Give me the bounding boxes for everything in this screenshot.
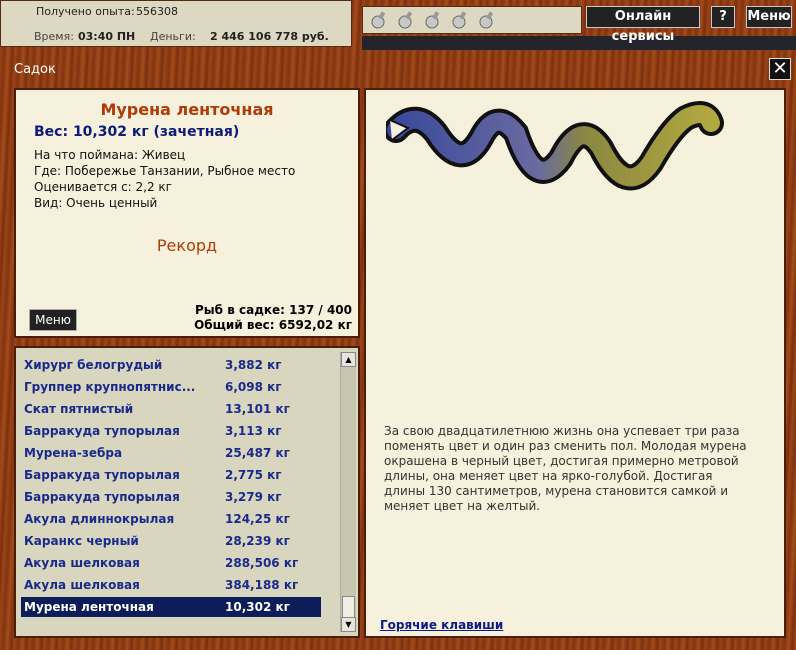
stats-panel: Получено опыта: 556308 Время: 03:40 ПН Д… — [0, 0, 352, 47]
scroll-up-icon[interactable]: ▲ — [341, 352, 356, 367]
fish-item-name: Барракуда тупорылая — [24, 424, 180, 438]
fish-item-weight: 13,101 кг — [225, 402, 290, 416]
online-services-button[interactable]: Онлайн сервисы — [586, 6, 700, 44]
fish-description: За свою двадцатилетнюю жизнь она успевае… — [384, 424, 747, 513]
time-value: 03:40 ПН — [78, 30, 136, 43]
record-label: Рекорд — [156, 236, 218, 255]
list-item[interactable]: Скат пятнистый 13,101 кг — [21, 399, 321, 419]
fish-item-weight: 384,188 кг — [225, 578, 299, 592]
fish-item-name: Акула шелковая — [24, 578, 140, 592]
scroll-thumb[interactable] — [342, 596, 355, 618]
list-item[interactable]: Каранкс черный 28,239 кг — [21, 531, 321, 551]
fish-kind: Вид: Очень ценный — [34, 196, 158, 210]
caught-with: На что поймана: Живец — [34, 148, 186, 162]
list-item[interactable]: Барракуда тупорылая 3,113 кг — [21, 421, 321, 441]
potion-icon[interactable] — [450, 10, 470, 30]
help-button[interactable]: ? — [711, 6, 735, 28]
fish-item-weight: 3,279 кг — [225, 490, 282, 504]
money-label: Деньги: — [150, 30, 196, 43]
close-button[interactable]: ✕ — [769, 58, 791, 80]
fish-item-weight: 25,487 кг — [225, 446, 290, 460]
fish-item-weight: 6,098 кг — [225, 380, 282, 394]
fish-item-name: Скат пятнистый — [24, 402, 134, 416]
potion-bar — [362, 6, 582, 34]
list-item[interactable]: Барракуда тупорылая 3,279 кг — [21, 487, 321, 507]
list-item[interactable]: Группер крупнопятнис... 6,098 кг — [21, 377, 321, 397]
list-item[interactable]: Барракуда тупорылая 2,775 кг — [21, 465, 321, 485]
fish-item-name: Акула длиннокрылая — [24, 512, 175, 526]
fish-detail-panel: За свою двадцатилетнюю жизнь она успевае… — [364, 88, 786, 638]
caught-where: Где: Побережье Танзании, Рыбное место — [34, 164, 296, 178]
potion-icon[interactable] — [477, 10, 497, 30]
scrollbar[interactable]: ▲ ▼ — [340, 352, 356, 632]
fish-item-name: Каранкс черный — [24, 534, 139, 548]
list-item[interactable]: Хирург белогрудый 3,882 кг — [21, 355, 321, 375]
exp-value: 556308 — [136, 5, 178, 18]
total-weight: Общий вес: 6592,02 кг — [194, 318, 352, 332]
fish-item-weight: 3,882 кг — [225, 358, 282, 372]
list-item[interactable]: Акула шелковая 384,188 кг — [21, 575, 321, 595]
fish-weight: Вес: 10,302 кг (зачетная) — [34, 124, 240, 140]
scroll-down-icon[interactable]: ▼ — [341, 617, 356, 632]
time-label: Время: — [34, 30, 74, 43]
list-item[interactable]: Акула длиннокрылая 124,25 кг — [21, 509, 321, 529]
fish-item-name: Акула шелковая — [24, 556, 140, 570]
fish-count: Рыб в садке: 137 / 400 — [195, 303, 352, 317]
fish-item-weight: 124,25 кг — [225, 512, 290, 526]
list-item[interactable]: Мурена-зебра 25,487 кг — [21, 443, 321, 463]
fish-name: Мурена ленточная — [100, 100, 274, 119]
hotkeys-link[interactable]: Горячие клавиши — [380, 618, 503, 632]
window-title: Садок — [14, 62, 56, 77]
exp-label: Получено опыта: — [36, 5, 135, 18]
fish-item-name: Мурена-зебра — [24, 446, 123, 460]
fish-info-panel: Мурена ленточная Вес: 10,302 кг (зачетна… — [14, 88, 360, 338]
status-bar — [362, 36, 796, 50]
fish-item-name: Барракуда тупорылая — [24, 468, 180, 482]
list-item-selected[interactable]: Мурена ленточная 10,302 кг — [21, 597, 321, 617]
fish-item-weight: 3,113 кг — [225, 424, 282, 438]
fish-item-name: Группер крупнопятнис... — [24, 380, 196, 394]
fish-item-name: Хирург белогрудый — [24, 358, 163, 372]
potion-icon[interactable] — [396, 10, 416, 30]
fish-item-weight: 2,775 кг — [225, 468, 282, 482]
moray-eel-image — [386, 101, 724, 191]
fish-item-weight: 10,302 кг — [225, 600, 290, 614]
fish-item-name: Барракуда тупорылая — [24, 490, 180, 504]
list-item[interactable]: Акула шелковая 288,506 кг — [21, 553, 321, 573]
potion-icon[interactable] — [423, 10, 443, 30]
money-value: 2 446 106 778 руб. — [210, 30, 329, 43]
potion-icon[interactable] — [369, 10, 389, 30]
fish-item-weight: 288,506 кг — [225, 556, 299, 570]
main-menu-button[interactable]: Меню — [746, 6, 792, 28]
fish-item-weight: 28,239 кг — [225, 534, 290, 548]
fish-list: Хирург белогрудый 3,882 кг Группер крупно… — [14, 346, 360, 638]
fish-item-name: Мурена ленточная — [24, 600, 154, 614]
valued-from: Оценивается с: 2,2 кг — [34, 180, 172, 194]
fish-menu-button[interactable]: Меню — [29, 309, 77, 331]
